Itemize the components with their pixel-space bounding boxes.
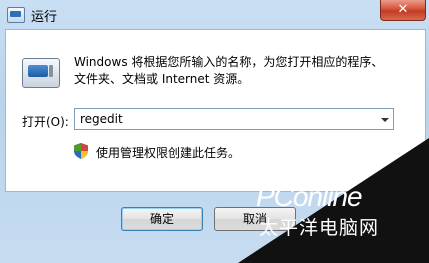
open-input-value[interactable]: regedit: [80, 112, 123, 126]
run-dialog-icon: [22, 58, 60, 88]
open-label: 打开(O):: [22, 115, 69, 129]
open-combobox[interactable]: regedit: [74, 108, 394, 130]
admin-note: 使用管理权限创建此任务。: [96, 146, 241, 160]
ok-button[interactable]: 确定: [121, 207, 203, 231]
close-button[interactable]: ✕: [380, 0, 426, 21]
description-text: Windows 将根据您所输入的名称，为您打开相应的程序、 文件夹、文档或 In…: [74, 54, 414, 88]
run-app-icon: [7, 7, 25, 23]
window-title: 运行: [31, 10, 58, 25]
dialog-content-panel: Windows 将根据您所输入的名称，为您打开相应的程序、 文件夹、文档或 In…: [5, 29, 426, 192]
description-line-1: Windows 将根据您所输入的名称，为您打开相应的程序、: [74, 55, 384, 69]
watermark-subtitle: 太平洋电脑网: [259, 217, 380, 239]
dropdown-arrow-icon[interactable]: [381, 118, 389, 122]
watermark-brand: PConline: [256, 181, 363, 212]
description-line-2: 文件夹、文档或 Internet 资源。: [74, 72, 250, 86]
title-bar[interactable]: 运行 ✕: [0, 0, 429, 30]
run-dialog-window: 运行 ✕ Windows 将根据您所输入的名称，为您打开相应的程序、 文件夹、文…: [0, 0, 429, 263]
uac-shield-icon: [74, 143, 88, 159]
